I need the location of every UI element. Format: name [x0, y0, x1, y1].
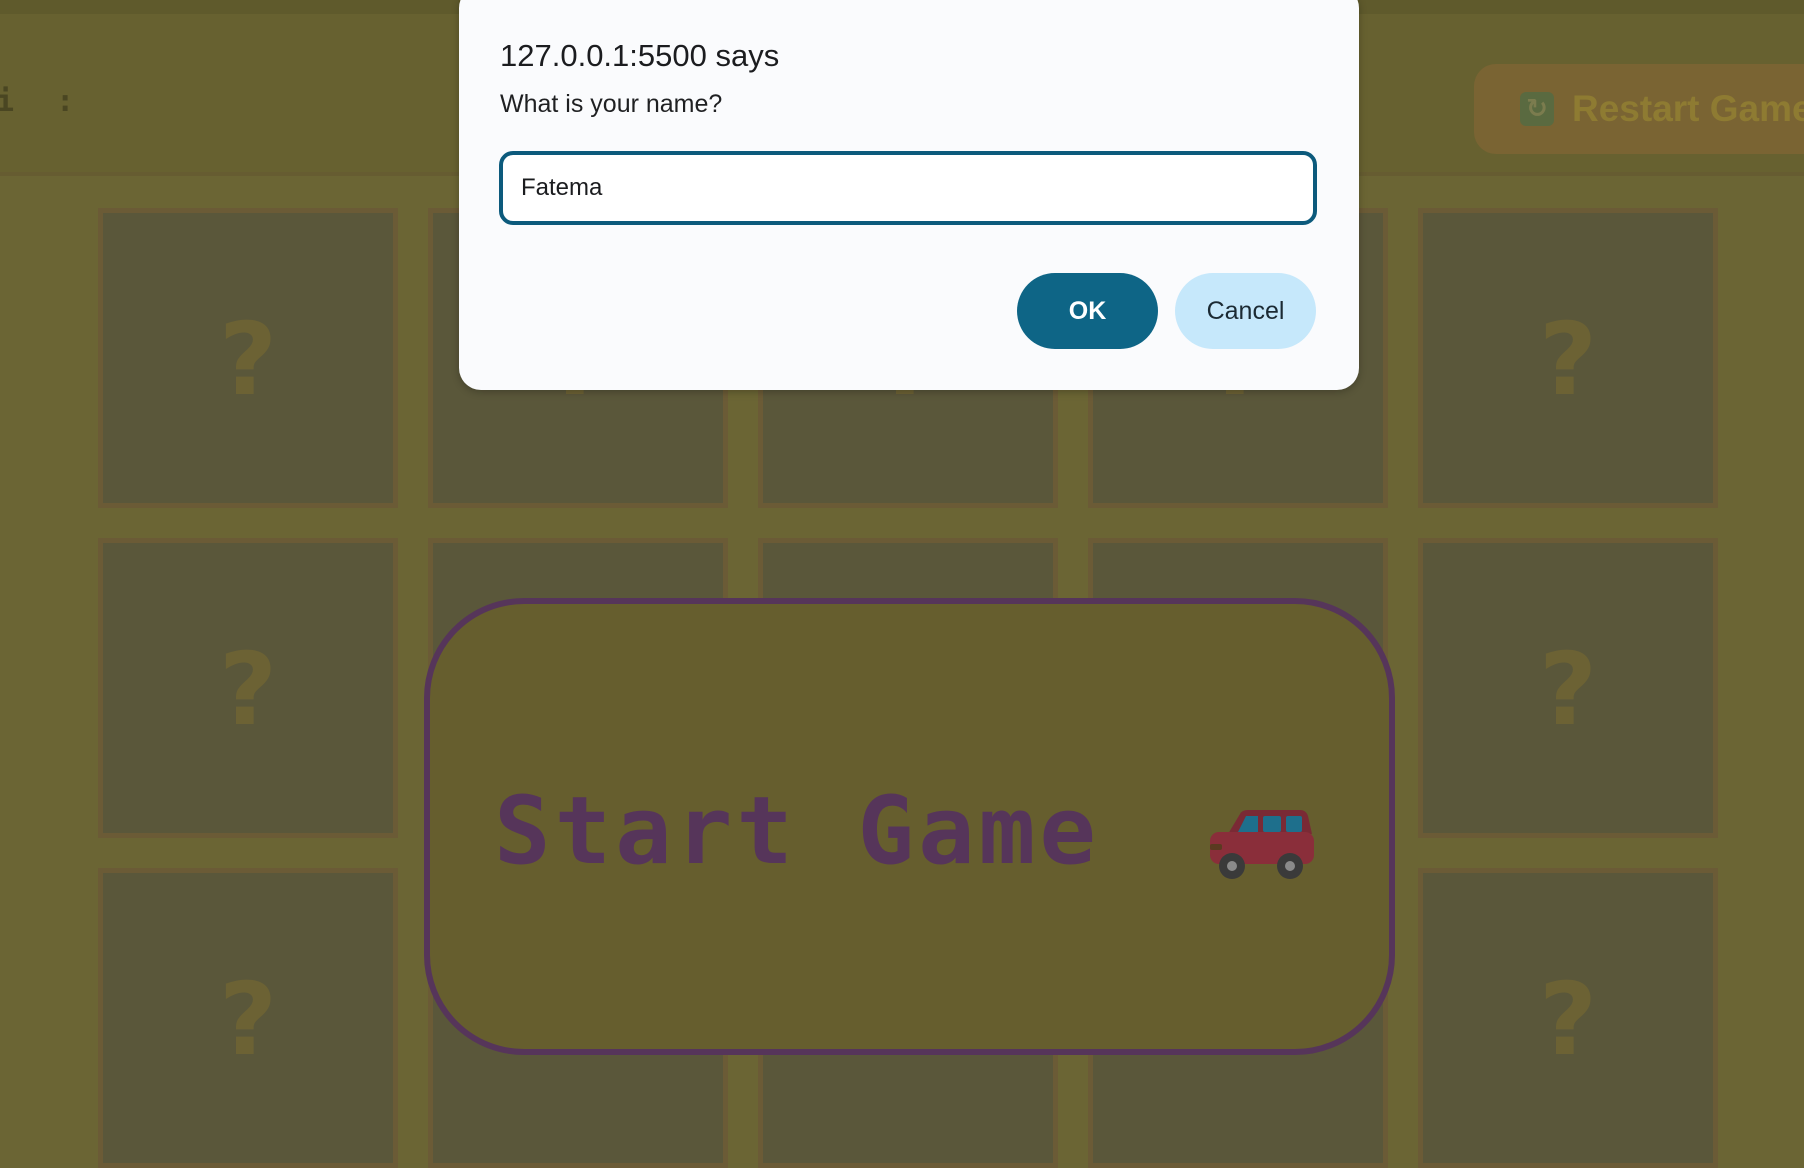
cancel-button[interactable]: Cancel: [1175, 273, 1316, 349]
prompt-dialog: 127.0.0.1:5500 says What is your name? O…: [459, 0, 1359, 390]
card-question-mark: ?: [218, 631, 277, 748]
memory-card[interactable]: ?: [1418, 208, 1718, 508]
dialog-title: 127.0.0.1:5500 says: [500, 38, 780, 73]
score-label: i :: [0, 84, 87, 119]
card-question-mark: ?: [1538, 631, 1597, 748]
dialog-message: What is your name?: [500, 90, 723, 118]
restart-game-button[interactable]: ↻ Restart Game: [1474, 64, 1804, 154]
restart-game-label: Restart Game: [1572, 88, 1804, 129]
ok-button[interactable]: OK: [1017, 273, 1158, 349]
card-question-mark: ?: [218, 961, 277, 1078]
card-question-mark: ?: [218, 301, 277, 418]
refresh-icon: ↻: [1520, 92, 1554, 126]
memory-card[interactable]: ?: [98, 538, 398, 838]
memory-card[interactable]: ?: [1418, 868, 1718, 1168]
start-game-button[interactable]: Start Game: [424, 598, 1395, 1055]
car-icon: [1210, 810, 1314, 879]
memory-card[interactable]: ?: [98, 208, 398, 508]
memory-card[interactable]: ?: [1418, 538, 1718, 838]
card-question-mark: ?: [1538, 961, 1597, 1078]
memory-card[interactable]: ?: [98, 868, 398, 1168]
name-input[interactable]: [499, 151, 1317, 225]
card-question-mark: ?: [1538, 301, 1597, 418]
start-game-label: Start Game: [494, 777, 1100, 886]
